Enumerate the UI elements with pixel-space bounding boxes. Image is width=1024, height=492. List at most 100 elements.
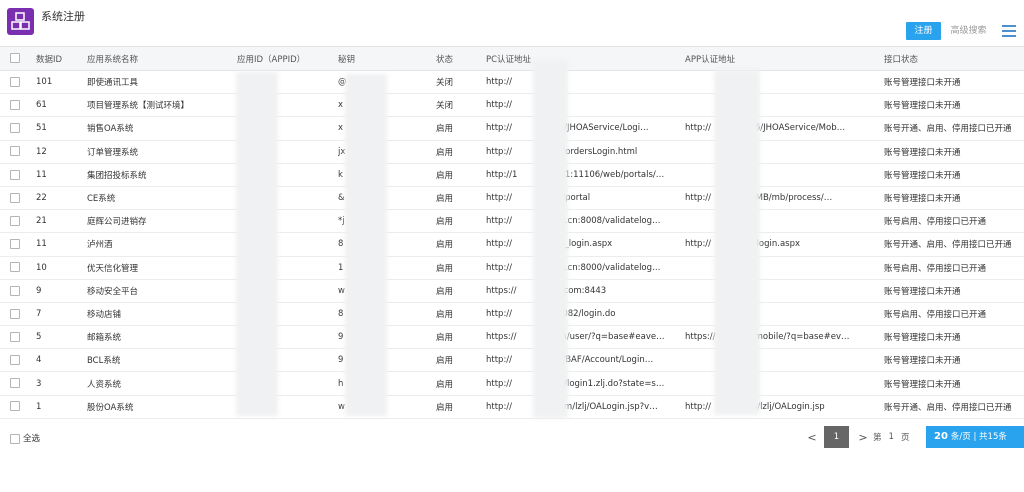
cell-status: 启用 (436, 286, 454, 297)
table-header-row: 数据ID 应用系统名称 应用ID（APPID） 秘钥 状态 PC认证地址 APP… (0, 46, 1024, 71)
pagination: < 1 > 第 1 页 (800, 426, 911, 448)
page-size-selector[interactable]: 20 条/页 | 共15条 (926, 426, 1024, 448)
pc-url-start: http:// (486, 239, 513, 250)
cell-status: 关闭 (436, 101, 454, 112)
col-header-id[interactable]: 数据ID (36, 47, 87, 71)
cell-id: 11 (36, 169, 47, 180)
next-page-button[interactable]: > (855, 431, 871, 444)
cell-interface-status: 账号开通、启用、停用接口已开通 (884, 240, 1012, 251)
current-page-button[interactable]: 1 (824, 426, 849, 448)
select-all[interactable]: 全选 (10, 432, 40, 444)
table-row[interactable]: 11 集团招投标系统 k 启用 http://1 31:11106/web/portals… (0, 163, 1024, 187)
table-row[interactable]: 10 优天信化管理 1 启用 http://un.cn:8000/validatelog… (0, 256, 1024, 280)
pc-url-start: http:// (486, 355, 513, 366)
table-row[interactable]: 61项目管理系统【测试环境】x关闭http://m账号管理接口未开通 (0, 94, 1024, 117)
header-checkbox[interactable] (10, 53, 20, 64)
pc-url-start: http:// (486, 401, 513, 412)
table-row[interactable]: 7 移动店铺 8 启用 http://:9082/login.do 账号启用、停用接口已开… (0, 302, 1024, 326)
row-checkbox[interactable] (10, 76, 20, 87)
header: 系统注册 注册 高级搜索 (0, 0, 1024, 46)
cell-id: 3 (36, 378, 42, 389)
cell-system-name: 泸州酒 (87, 240, 113, 251)
cell-interface-status: 账号开通、启用、停用接口已开通 (884, 124, 1012, 135)
cell-interface-status: 账号管理接口未开通 (884, 78, 961, 89)
pc-url-start: http:// (486, 77, 513, 88)
cell-status: 启用 (436, 217, 454, 228)
cell-id: 11 (36, 239, 47, 250)
row-checkbox[interactable] (10, 401, 20, 412)
cell-pc-url: http://rij/portal (486, 186, 685, 209)
cell-system-name: 销售OA系统 (87, 124, 134, 135)
row-checkbox[interactable] (10, 331, 20, 342)
pc-url-end: cn/login1.zlj.do?state=s… (554, 378, 665, 389)
table-row[interactable]: 1 股份OA系统 w 启用 http://com/lzlj/OALogin.jsp?v…… (0, 395, 1024, 419)
col-header-secret[interactable]: 秘钥 (338, 47, 436, 71)
app-url-start: http:// (685, 193, 712, 204)
row-checkbox[interactable] (10, 146, 20, 157)
cell-interface-status: 账号管理接口未开通 (884, 170, 961, 181)
col-header-interface-status[interactable]: 接口状态 (884, 47, 1024, 71)
cell-pc-url: http://:9082/login.do (486, 302, 685, 325)
table-row[interactable]: 11 泸州酒 8 启用 http://oa_login.aspx http:///oa_l… (0, 233, 1024, 256)
page-number-input[interactable]: 1 (889, 432, 894, 442)
table-row[interactable]: 9 移动安全平台 w 启用 https://j.com:8443 账号管理接口未开通 (0, 279, 1024, 303)
cell-pc-url: http:// c6/JHOAService/Logi… (486, 117, 685, 140)
col-header-pc-url[interactable]: PC认证地址 (486, 47, 685, 71)
row-checkbox[interactable] (10, 123, 20, 134)
page-prefix: 第 (873, 433, 882, 443)
pc-url-start: http:// (486, 216, 513, 227)
page-suffix: 页 (900, 433, 910, 443)
col-header-name[interactable]: 应用系统名称 (87, 47, 237, 71)
col-header-status[interactable]: 状态 (436, 47, 486, 71)
row-checkbox[interactable] (10, 262, 20, 273)
table-row[interactable]: 3 人资系统 h 启用 http://cn/login1.zlj.do?state=s…… (0, 372, 1024, 396)
cell-status: 启用 (436, 356, 454, 367)
cell-interface-status: 账号启用、停用接口已开通 (884, 263, 987, 274)
register-button[interactable]: 注册 (906, 22, 941, 40)
cell-system-name: 优天信化管理 (87, 263, 139, 274)
cell-system-name: 集团招投标系统 (87, 170, 147, 181)
row-checkbox[interactable] (10, 285, 20, 296)
cell-status: 启用 (436, 124, 454, 135)
cell-id: 4 (36, 355, 42, 366)
row-checkbox[interactable] (10, 215, 20, 226)
blurred-app-url-column (714, 70, 760, 415)
pc-url-start: http:// (486, 308, 513, 319)
row-checkbox[interactable] (10, 192, 20, 203)
row-checkbox[interactable] (10, 308, 20, 319)
pc-url-end: 31:11106/web/portals/… (559, 169, 665, 180)
list-menu-icon[interactable] (1002, 25, 1016, 37)
col-header-appid[interactable]: 应用ID（APPID） (237, 47, 338, 71)
pc-url-end: m/user/?q=base#eave… (558, 332, 665, 343)
row-checkbox[interactable] (10, 169, 20, 180)
pc-url-start: http:// (486, 100, 513, 111)
table-row[interactable]: 12 订单管理系统 jx 启用 http://m/ordersLogin.html 账号管… (0, 140, 1024, 164)
pc-url-start: http:// (486, 262, 513, 273)
cell-interface-status: 账号管理接口未开通 (884, 194, 961, 205)
table-row[interactable]: 21 庭辉公司进销存 *j 启用 http://un.cn:8008/validatel… (0, 210, 1024, 233)
pc-url-end: c6/JHOAService/Logi… (554, 123, 649, 134)
row-checkbox[interactable] (10, 100, 20, 111)
table-row[interactable]: 4 BCL系统 9 启用 http://m/BAF/Account/Login… 账号管理… (0, 349, 1024, 372)
pc-url-start: https:// (486, 285, 517, 296)
table-row[interactable]: 101即使通讯工具@关闭http://m账号管理接口未开通 (0, 71, 1024, 94)
prev-page-button[interactable]: < (800, 431, 824, 444)
pc-url-end: com/lzlj/OALogin.jsp?v… (554, 401, 658, 412)
cell-id: 21 (36, 216, 47, 227)
cell-status: 启用 (436, 170, 454, 181)
select-all-checkbox[interactable] (10, 433, 20, 444)
cell-interface-status: 账号管理接口未开通 (884, 147, 961, 158)
row-checkbox[interactable] (10, 378, 20, 389)
row-checkbox[interactable] (10, 239, 20, 250)
table-row[interactable]: 5 邮箱系统 9 启用 https://m/user/?q=base#eave… http… (0, 326, 1024, 349)
cell-id: 10 (36, 262, 47, 273)
table-row[interactable]: 51 销售OA系统 x 启用 http://c6/JHOAService/Logi… ht… (0, 117, 1024, 141)
col-header-app-url[interactable]: APP认证地址 (685, 47, 884, 71)
table-row[interactable]: 22 CE系统 & 启用 http://rij/portal http:///JBEMB/… (0, 186, 1024, 210)
row-checkbox[interactable] (10, 355, 20, 366)
advanced-search-button[interactable]: 高级搜索 (946, 22, 991, 40)
cell-system-name: 人资系统 (87, 379, 122, 390)
pc-url-end: un.cn:8008/validatelog… (554, 216, 661, 227)
app-url-start: https:// (685, 332, 716, 343)
cell-system-name: 项目管理系统【测试环境】 (87, 101, 190, 112)
